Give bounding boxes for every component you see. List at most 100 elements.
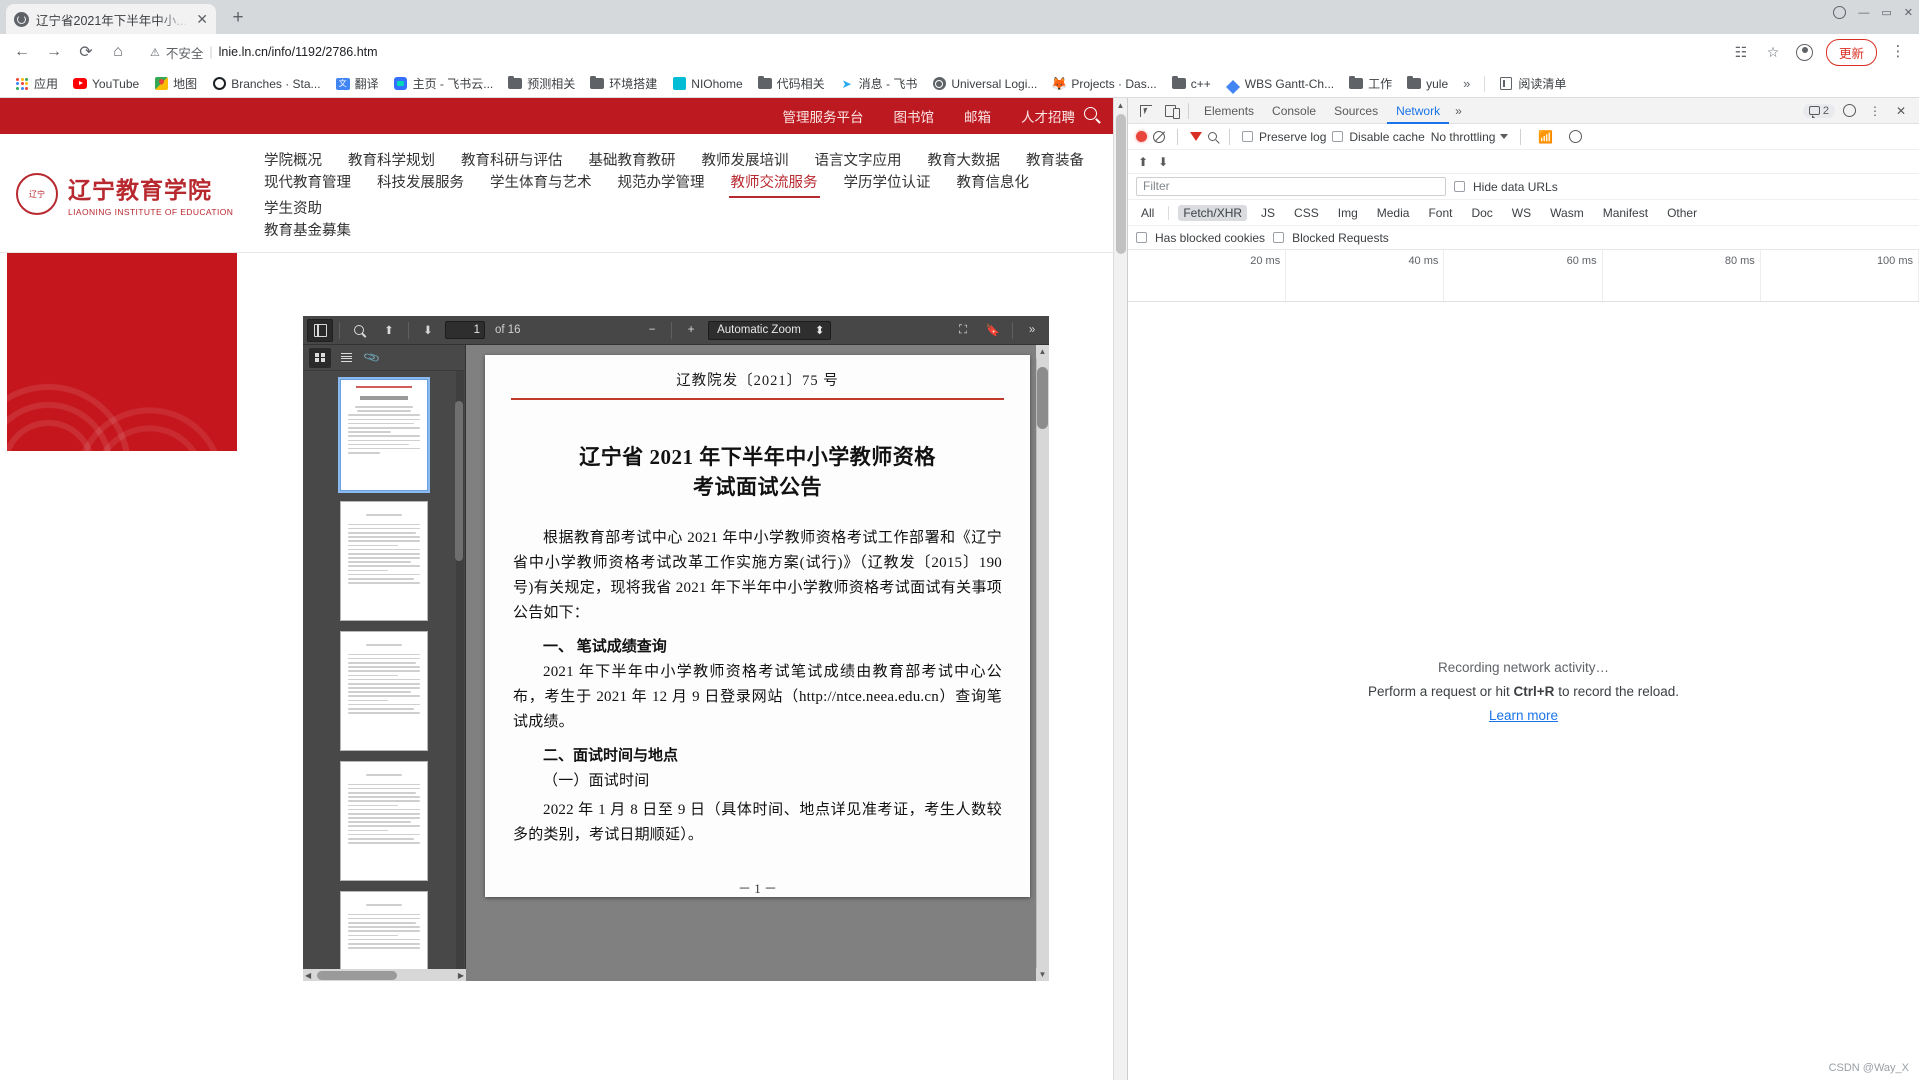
nav-item-research-eval[interactable]: 教育科研与评估 (459, 150, 565, 172)
bookmark-folder-work[interactable]: 工作 (1343, 73, 1398, 94)
sidebar-hscroll-thumb[interactable] (317, 970, 397, 980)
filter-fetch-xhr[interactable]: Fetch/XHR (1178, 204, 1248, 221)
outline-icon[interactable] (335, 348, 357, 368)
bookmarks-overflow-icon[interactable]: » (1457, 76, 1476, 91)
top-link-library[interactable]: 图书馆 (894, 106, 935, 126)
page-up-icon[interactable]: ⬆ (376, 319, 402, 342)
nav-item-teacher-exchange[interactable]: 教师交流服务 (728, 172, 820, 198)
filter-other[interactable]: Other (1662, 205, 1702, 221)
tabs-overflow-icon[interactable]: » (1449, 104, 1468, 118)
scroll-left-icon[interactable]: ◀ (305, 971, 311, 980)
extension-icon[interactable] (1833, 6, 1847, 19)
bookmark-star-icon[interactable]: ☆ (1762, 41, 1784, 63)
thumbnails-icon[interactable] (309, 347, 331, 368)
pdf-thumbnail-list[interactable] (303, 371, 465, 981)
browser-menu-icon[interactable]: ⋮ (1887, 41, 1909, 63)
thumbnail-page-4[interactable] (340, 761, 428, 881)
bookmark-folder-cpp[interactable]: c++ (1166, 75, 1217, 93)
disable-cache-checkbox[interactable] (1332, 131, 1344, 142)
filter-media[interactable]: Media (1372, 205, 1415, 221)
filter-img[interactable]: Img (1333, 205, 1363, 221)
maximize-button[interactable]: ▭ (1881, 6, 1891, 19)
new-tab-button[interactable]: + (224, 4, 252, 32)
thumbnail-page-2[interactable] (340, 501, 428, 621)
nav-item-language[interactable]: 语言文字应用 (813, 150, 904, 172)
thumbnail-page-3[interactable] (340, 631, 428, 751)
minimize-button[interactable]: — (1858, 7, 1869, 19)
gear-icon[interactable] (1563, 126, 1587, 148)
nav-item-degree-cert[interactable]: 学历学位认证 (842, 172, 933, 198)
zoom-in-button[interactable]: + (678, 319, 704, 342)
profile-icon[interactable] (1794, 41, 1816, 63)
thumbnail-page-5[interactable] (340, 891, 428, 981)
bookmark-folder-yule[interactable]: yule (1401, 75, 1454, 93)
bookmark-niohome[interactable]: NIOhome (666, 75, 748, 93)
page-scroll-up-icon[interactable]: ▲ (1114, 98, 1127, 112)
import-har-icon[interactable]: ⬆ (1138, 155, 1148, 169)
bookmark-projects-dashboard[interactable]: 🦊 Projects · Das... (1046, 75, 1162, 93)
bookmark-wbs-gantt[interactable]: WBS Gantt-Ch... (1220, 75, 1340, 94)
top-link-recruit[interactable]: 人才招聘 (1021, 106, 1075, 126)
tab-sources[interactable]: Sources (1325, 98, 1387, 124)
preserve-log-checkbox[interactable] (1242, 131, 1253, 142)
thumbnail-page-1[interactable] (338, 377, 430, 493)
filter-input[interactable]: Filter (1136, 177, 1446, 196)
blocked-requests-checkbox[interactable] (1273, 232, 1285, 243)
filter-font[interactable]: Font (1423, 205, 1457, 221)
bookmark-universal-logi[interactable]: Universal Logi... (926, 75, 1043, 93)
page-scroll-thumb[interactable] (1116, 114, 1126, 254)
nav-item-big-data[interactable]: 教育大数据 (926, 150, 1003, 172)
bookmark-folder-code[interactable]: 代码相关 (752, 73, 831, 94)
devtools-menu-icon[interactable]: ⋮ (1863, 100, 1887, 122)
pdf-page-area[interactable]: 辽教院发〔2021〕75 号 辽宁省 2021 年下半年中小学教师资格 考试面试… (466, 345, 1049, 981)
pdf-tools-icon[interactable]: » (1019, 319, 1045, 342)
filter-css[interactable]: CSS (1289, 205, 1324, 221)
gear-icon[interactable] (1837, 100, 1861, 122)
nav-item-tech-service[interactable]: 科技发展服务 (375, 172, 466, 198)
sidebar-toggle-icon[interactable] (307, 318, 333, 342)
filter-manifest[interactable]: Manifest (1598, 205, 1653, 221)
sidebar-scrollbar-track[interactable] (455, 371, 464, 981)
forward-icon[interactable]: → (40, 38, 68, 66)
nav-item-basic-edu[interactable]: 基础教育教研 (587, 150, 678, 172)
nav-item-equipment[interactable]: 教育装备 (1024, 150, 1086, 172)
home-icon[interactable]: ⌂ (104, 38, 132, 66)
bookmark-maps[interactable]: 地图 (148, 73, 203, 94)
bookmark-translate[interactable]: 文 翻译 (330, 73, 385, 94)
close-window-button[interactable]: ✕ (1904, 6, 1913, 19)
record-icon[interactable] (1136, 131, 1147, 142)
qr-icon[interactable]: ☷ (1730, 41, 1752, 63)
tab-network[interactable]: Network (1387, 98, 1449, 124)
has-blocked-cookies-checkbox[interactable] (1136, 232, 1147, 243)
find-search-icon[interactable] (346, 319, 372, 342)
filter-doc[interactable]: Doc (1466, 205, 1497, 221)
nav-item-standard-mgmt[interactable]: 规范办学管理 (616, 172, 707, 198)
reload-icon[interactable]: ⟳ (72, 38, 100, 66)
nav-item-edu-sci-plan[interactable]: 教育科学规划 (346, 150, 437, 172)
close-icon[interactable]: ✕ (1889, 100, 1913, 122)
scroll-down-icon[interactable]: ▼ (1036, 968, 1049, 981)
filter-icon[interactable] (1190, 132, 1202, 141)
bookmark-apps[interactable]: 应用 (9, 73, 64, 94)
learn-more-link[interactable]: Learn more (1489, 708, 1558, 723)
nav-item-teacher-dev[interactable]: 教师发展培训 (700, 150, 791, 172)
address-bar[interactable]: ⚠ 不安全 | lnie.ln.cn/info/1192/2786.htm (140, 39, 1726, 65)
presentation-mode-icon[interactable]: ⛶ (950, 319, 976, 342)
filter-js[interactable]: JS (1256, 205, 1280, 221)
bookmark-feishu-home[interactable]: 主页 - 飞书云... (388, 73, 500, 94)
zoom-level-select[interactable]: Automatic Zoom ⬍ (708, 320, 832, 340)
page-down-icon[interactable]: ⬇ (415, 319, 441, 342)
pdf-scroll-thumb[interactable] (1037, 367, 1048, 429)
messages-badge[interactable]: 2 (1802, 103, 1835, 118)
inspect-element-icon[interactable] (1134, 100, 1158, 122)
close-icon[interactable]: ✕ (196, 12, 208, 26)
scroll-up-icon[interactable]: ▲ (1036, 345, 1049, 358)
search-icon[interactable] (1084, 107, 1103, 126)
page-number-input[interactable]: 1 (445, 321, 485, 339)
bookmark-branches[interactable]: Branches · Sta... (206, 75, 326, 93)
attachments-icon[interactable]: 📎 (361, 348, 383, 368)
nav-item-fundraising[interactable]: 教育基金募集 (262, 220, 353, 242)
bookmark-youtube[interactable]: YouTube (67, 75, 145, 93)
device-toolbar-icon[interactable] (1158, 100, 1182, 122)
browser-tab[interactable]: 辽宁省2021年下半年中小... ✕ (6, 4, 216, 34)
